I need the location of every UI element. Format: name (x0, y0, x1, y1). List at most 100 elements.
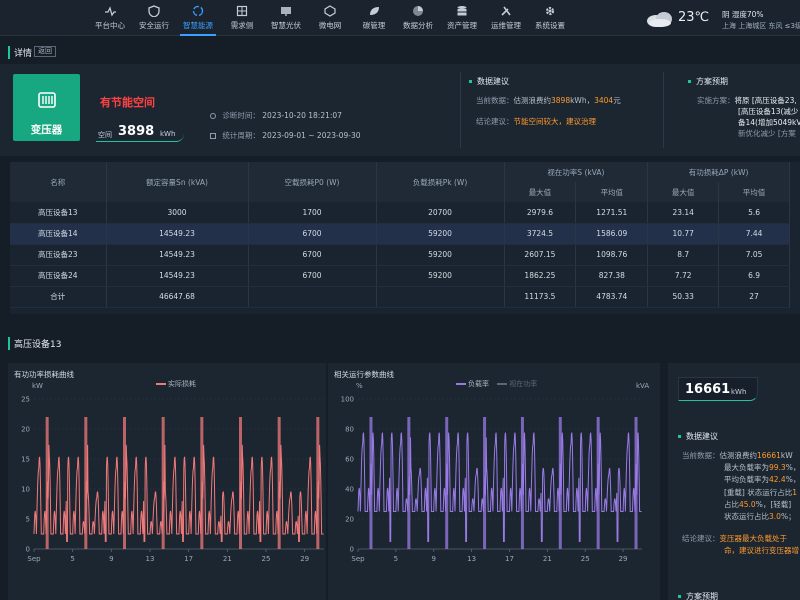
right-l6-text: 状态运行占比 (724, 512, 769, 521)
back-button[interactable]: 返回 (34, 46, 56, 57)
table-row[interactable]: 合计 46647.68 11173.5 4783.74 50.33 27 (10, 286, 790, 308)
table-cell-pavg: 27 (718, 286, 790, 308)
nav-item-5[interactable]: 微电网 (308, 0, 352, 36)
weather-location: 上海 上海城区 东风 ≤3级 (722, 22, 800, 30)
table-cell-pavg: 5.6 (718, 202, 790, 224)
current-data-text: 估测浪费约 (513, 96, 552, 105)
x-tick-label: 5 (70, 555, 74, 563)
table-row[interactable]: 高压设备24 14549.23 6700 59200 1862.25 827.38 7.72… (10, 265, 790, 287)
nav-item-label: 碳管理 (362, 21, 386, 30)
table-cell-p0 (248, 286, 377, 308)
nav-item-8[interactable]: 资产管理 (440, 0, 484, 36)
right-l2-value: 99.3 (769, 463, 786, 472)
device-type-label: 变压器 (30, 124, 63, 136)
nav-item-2[interactable]: 智慧能源 (176, 0, 220, 36)
x-tick-label: 21 (223, 555, 232, 563)
top-navigation: 平台中心 安全运行 智慧能源 需求侧 智慧光伏 微电网 碳管理 数据分析 资产管理 运维管理 系统设… (0, 0, 800, 36)
plan-text-2: [高压设备13(减少 (738, 107, 799, 116)
table-cell-pk: 59200 (376, 244, 505, 266)
parameter-chart-panel: 相关运行参数曲线 负载率 视在功率 0 20 40 60 80 100 Sep 5 9 13 17 2… (328, 363, 660, 600)
y-axis-unit-left: % (356, 382, 363, 390)
table-cell-name: 高压设备13 (10, 202, 107, 224)
microgrid-icon (324, 5, 336, 17)
col-loss-max: 最大值 (647, 182, 720, 202)
y-tick-label: 20 (21, 426, 30, 434)
waste-summary-unit: kWh (731, 388, 747, 396)
plan-line-1: 实施方案：将原 [高压设备23, (697, 95, 797, 106)
table-cell-savg: 1271.51 (575, 202, 649, 224)
shield-icon (148, 5, 160, 17)
transformer-icon (38, 92, 56, 108)
series-peak-band (445, 417, 449, 549)
detail-header: 详情 返回 (0, 40, 800, 62)
x-tick-label: 17 (184, 555, 193, 563)
right-l3-text: 平均负载率为 (724, 475, 769, 484)
col-noload-loss: 空载损耗P0 (W) (248, 162, 377, 202)
col-apparent-max: 最大值 (504, 182, 577, 202)
chart-title: 有功功率损耗曲线 (14, 370, 74, 379)
recycle-icon (192, 5, 204, 17)
nav-item-1[interactable]: 安全运行 (132, 0, 176, 36)
table-cell-pk: 20700 (376, 202, 505, 224)
nav-item-0[interactable]: 平台中心 (88, 0, 132, 36)
series-peak-band (596, 417, 600, 549)
transformer-table-panel: 名称 额定容量Sn (kVA) 空载损耗P0 (W) 负载损耗Pk (W) 视在… (10, 162, 800, 314)
table-row[interactable]: 高压设备13 3000 1700 20700 2979.6 1271.51 23.14 5.6 (10, 202, 790, 224)
right-l2-text: 最大负载率为 (724, 463, 769, 472)
divider (460, 72, 461, 148)
device-card: 变压器 (13, 74, 80, 141)
x-tick-label: 25 (262, 555, 271, 563)
nav-item-7[interactable]: 数据分析 (396, 0, 440, 36)
period-value: 2023-09-01 ~ 2023-09-30 (262, 131, 361, 140)
table-cell-pavg: 7.05 (718, 244, 790, 266)
waste-yuan-unit: 元 (613, 96, 621, 105)
weather-widget: 23℃ 阴 湿度70% 上海 上海城区 东风 ≤3级 (642, 6, 800, 32)
table-cell-rated: 14549.23 (106, 265, 249, 287)
nav-item-4[interactable]: 智慧光伏 (264, 0, 308, 36)
nav-item-label: 系统设置 (535, 21, 565, 30)
nav-item-3[interactable]: 需求侧 (220, 0, 264, 36)
x-tick-label: Sep (351, 555, 365, 563)
x-tick-label: 29 (300, 555, 309, 563)
pie-chart-icon (413, 6, 423, 16)
series-peak-band (239, 417, 242, 549)
data-advice-heading: 数据建议 (469, 76, 509, 87)
table-row[interactable]: 高压设备14 14549.23 6700 59200 3724.5 1586.09 10.7… (10, 223, 790, 245)
nav-item-label: 数据分析 (403, 21, 433, 30)
right-l6-unit: %； (780, 512, 796, 521)
y-tick-label: 100 (341, 396, 354, 404)
table-cell-smax: 2979.6 (504, 202, 577, 224)
right-line-3: 平均负载率为42.4%， (724, 474, 800, 485)
right-data-advice-heading: 数据建议 (678, 431, 718, 442)
series-peak-band (200, 417, 204, 549)
right-plan-heading: 方案预期 (678, 591, 718, 600)
series-peak-band (407, 417, 411, 549)
plan-text-3: 备14(增加5049kV (738, 118, 800, 127)
table-cell-pavg: 7.44 (718, 223, 790, 245)
diagnosis-time-row: 诊断时间： 2023-10-20 18:21:07 (210, 110, 342, 121)
nav-item-10[interactable]: 系统设置 (528, 0, 572, 36)
table-cell-rated: 46647.68 (106, 286, 249, 308)
nav-item-9[interactable]: 运维管理 (484, 0, 528, 36)
table-row[interactable]: 高压设备23 14549.23 6700 59200 2607.15 1098.76 8.7… (10, 244, 790, 266)
table-cell-savg: 4783.74 (575, 286, 649, 308)
nav-item-6[interactable]: 碳管理 (352, 0, 396, 36)
diagnosis-time-label: 诊断时间： (222, 111, 260, 120)
active-loss-chart[interactable]: 0 5 10 15 20 25 Sep 5 9 13 17 21 25 29 (8, 385, 326, 575)
table-cell-smax: 3724.5 (504, 223, 577, 245)
table-cell-p0: 6700 (248, 244, 377, 266)
y-tick-label: 10 (21, 486, 30, 494)
table-cell-p0: 6700 (248, 265, 377, 287)
right-l2-unit: %， (785, 463, 800, 472)
current-data-line: 当前数据：估测浪费约3898kWh，3404元 (476, 95, 621, 106)
parameter-chart[interactable]: 0 20 40 60 80 100 Sep 5 9 13 17 21 25 29 (328, 385, 660, 575)
saving-space-card: 空间 3898 kWh (96, 122, 184, 142)
table-cell-pavg: 6.9 (718, 265, 790, 287)
right-conclusion-label: 结论建议： (682, 534, 720, 543)
table-cell-pmax: 50.33 (647, 286, 720, 308)
table-cell-pk: 59200 (376, 223, 505, 245)
right-l6-value: 3.0 (769, 512, 781, 521)
series-peak-band (520, 417, 524, 549)
series-peak-band (84, 417, 88, 549)
plan-heading: 方案预期 (688, 76, 728, 87)
